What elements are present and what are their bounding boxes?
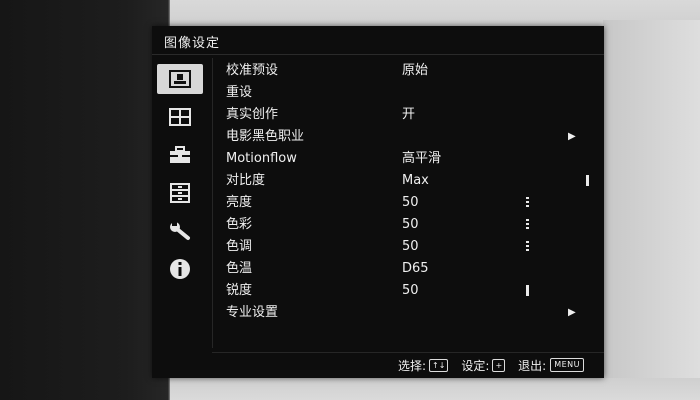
menu-item-brightness[interactable]: 亮度 50 (216, 192, 588, 214)
select-label: 选择: (397, 358, 426, 373)
item-label: 色调 (226, 239, 253, 254)
menu-item-cinema-black-pro[interactable]: 电影黑色职业 ▶ (216, 126, 588, 148)
photo-backdrop-bottom (170, 378, 700, 400)
item-label: 校准预设 (226, 63, 279, 78)
level-indicator (526, 219, 529, 230)
item-value: 50 (402, 217, 419, 232)
menu-item-calibration-preset[interactable]: 校准预设 原始 (216, 60, 588, 82)
item-label: 真实创作 (226, 107, 279, 122)
item-value: Max (402, 173, 429, 188)
list-icon (170, 183, 190, 203)
category-installation[interactable] (157, 216, 203, 246)
item-value: 50 (402, 195, 419, 210)
item-value: 高平滑 (402, 151, 442, 166)
category-setup[interactable] (157, 140, 203, 170)
info-icon (170, 259, 190, 279)
menu-item-motionflow[interactable]: Motionflow 高平滑 (216, 148, 588, 170)
column-divider (212, 58, 213, 348)
footer-divider (212, 352, 604, 353)
item-label: 色彩 (226, 217, 253, 232)
level-indicator (526, 197, 529, 208)
exit-label: 退出: (518, 358, 547, 373)
item-value: 开 (402, 107, 416, 122)
item-label: 色温 (226, 261, 253, 276)
photo-backdrop-right (603, 20, 700, 385)
picture-icon (169, 70, 191, 88)
item-value: D65 (402, 261, 429, 276)
up-down-key-icon: ↑↓ (429, 358, 449, 372)
menu-title: 图像设定 (164, 36, 221, 51)
item-label: 亮度 (226, 195, 253, 210)
submenu-arrow-icon: ▶ (568, 307, 576, 318)
menu-item-contrast[interactable]: 对比度 Max (216, 170, 589, 192)
item-label: 电影黑色职业 (226, 129, 305, 144)
screen-icon (169, 108, 191, 126)
menu-item-reality-creation[interactable]: 真实创作 开 (216, 104, 588, 126)
item-label: 专业设置 (226, 305, 279, 320)
item-value: 50 (402, 239, 419, 254)
menu-item-reset[interactable]: 重设 (216, 82, 588, 104)
level-indicator (526, 285, 529, 296)
category-function[interactable] (157, 178, 203, 208)
wrench-icon (170, 222, 190, 240)
osd-menu-panel: 图像设定 校准预设 原始 重设 真实创作 开 电影黑色职业 ▶ Motionfl… (152, 26, 604, 378)
submenu-arrow-icon: ▶ (568, 131, 576, 142)
menu-item-expert-setting[interactable]: 专业设置 ▶ (216, 302, 588, 324)
category-information[interactable] (157, 254, 203, 284)
item-value: 原始 (402, 63, 429, 78)
item-label: Motionflow (226, 151, 297, 166)
menu-key-icon: MENU (550, 358, 584, 372)
category-icon-column (152, 58, 212, 348)
enter-key-icon: + (492, 358, 506, 372)
category-screen[interactable] (157, 102, 203, 132)
set-label: 设定: (461, 358, 490, 373)
item-label: 重设 (226, 85, 253, 100)
menu-item-color[interactable]: 色彩 50 (216, 214, 588, 236)
title-divider (152, 54, 604, 55)
category-picture[interactable] (157, 64, 203, 94)
menu-item-color-temp[interactable]: 色温 D65 (216, 258, 588, 280)
item-label: 锐度 (226, 283, 253, 298)
level-indicator (586, 175, 589, 186)
menu-item-hue[interactable]: 色调 50 (216, 236, 588, 258)
menu-item-sharpness[interactable]: 锐度 50 (216, 280, 588, 302)
toolbox-icon (170, 146, 190, 163)
item-value: 50 (402, 283, 419, 298)
key-guide: 选择: ↑↓ 设定: + 退出: MENU (398, 356, 584, 374)
item-label: 对比度 (226, 173, 266, 188)
level-indicator (526, 241, 529, 252)
